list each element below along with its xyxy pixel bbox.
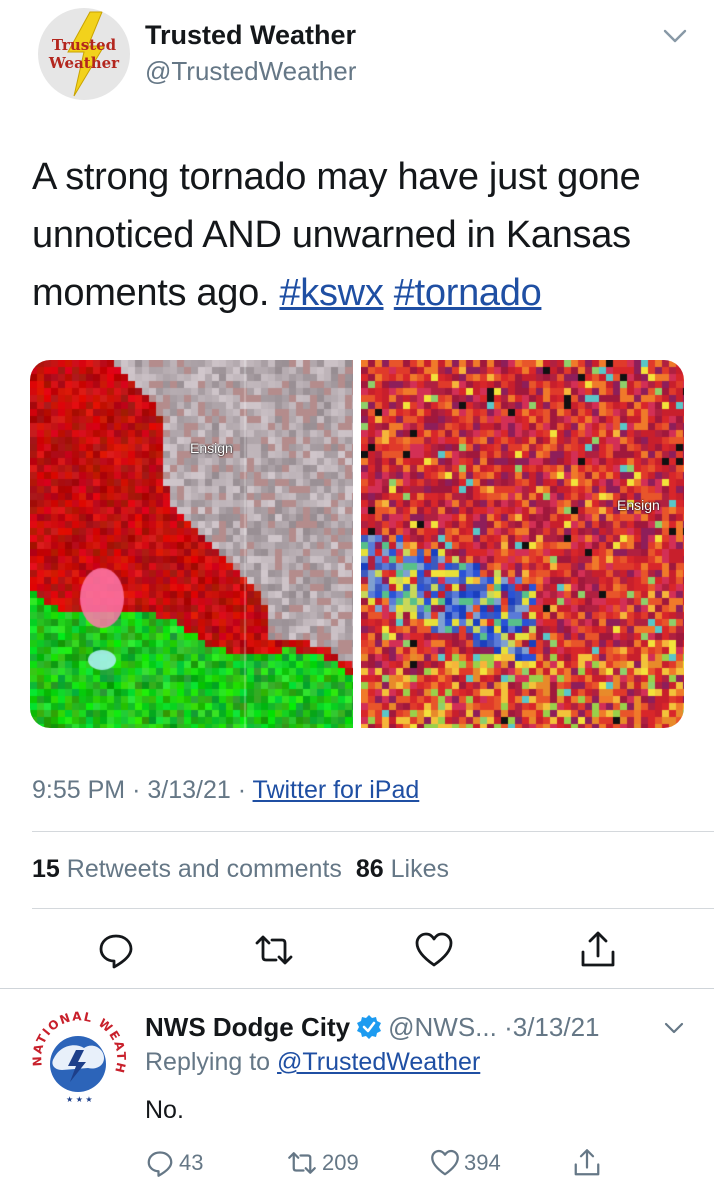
hashtag-link[interactable]: #tornado [394, 272, 542, 314]
tweet-text: A strong tornado may have just gone unno… [32, 148, 692, 322]
retweet-icon[interactable] [254, 930, 294, 970]
tweet-meta: 9:55 PM · 3/13/21 · Twitter for iPad [32, 776, 419, 805]
author-name[interactable]: Trusted Weather [145, 20, 356, 51]
divider [32, 908, 714, 909]
reply-icon[interactable] [96, 930, 136, 970]
reply-icon [147, 1151, 173, 1177]
tweet-stats: 15 Retweets and comments 86 Likes [32, 855, 449, 884]
radar-town-label: Ensign [190, 440, 233, 456]
radar-town-label: Ensign [617, 497, 660, 513]
main-tweet: Trusted Weather Trusted Weather @Trusted… [0, 0, 714, 985]
reply-text: No. [145, 1096, 184, 1124]
nws-avatar[interactable]: NATIONAL WEATHER SERVICE ★ ★ ★ [26, 1006, 130, 1110]
radar-correlation-canvas [361, 360, 684, 728]
reply-header: NWS Dodge City @NWS... ·3/13/21 [145, 1012, 600, 1043]
mention-link[interactable]: @TrustedWeather [277, 1048, 480, 1076]
replying-to: Replying to @TrustedWeather [145, 1048, 480, 1077]
chevron-down-icon[interactable] [663, 1020, 685, 1036]
meta-separator: · [132, 776, 141, 804]
like-count: 394 [464, 1150, 501, 1175]
share-icon [574, 1149, 600, 1176]
reply-like-button[interactable]: 394 [430, 1148, 501, 1178]
divider [32, 831, 714, 832]
author-avatar[interactable]: Trusted Weather [38, 8, 130, 100]
svg-text:★ ★ ★: ★ ★ ★ [66, 1095, 93, 1104]
tweet-time: 9:55 PM [32, 776, 126, 804]
meta-separator: · [504, 1012, 513, 1042]
avatar-logo-text: Trusted Weather [48, 36, 120, 72]
tweet-media[interactable]: Ensign Ensign [30, 360, 684, 728]
reply-author-handle[interactable]: @NWS... [388, 1012, 497, 1042]
verified-badge-icon [357, 1015, 382, 1039]
likes-stat[interactable]: 86 Likes [356, 855, 449, 883]
author-handle[interactable]: @TrustedWeather [145, 56, 356, 87]
replying-prefix: Replying to [145, 1048, 271, 1076]
reply-date: 3/13/21 [512, 1012, 600, 1042]
tweet-separator [0, 988, 714, 989]
hashtag-link[interactable]: #kswx [279, 272, 383, 314]
reply-tweet[interactable]: NATIONAL WEATHER SERVICE ★ ★ ★ NWS Dodge… [0, 990, 714, 1200]
reply-reply-button[interactable]: 43 [145, 1148, 203, 1178]
reply-author-name[interactable]: NWS Dodge City [145, 1012, 350, 1042]
radar-velocity-canvas [30, 360, 353, 728]
chevron-down-icon[interactable] [661, 26, 689, 46]
meta-separator: · [237, 776, 247, 804]
share-icon[interactable] [578, 930, 618, 970]
retweets-stat[interactable]: 15 Retweets and comments [32, 855, 342, 883]
reply-retweet-button[interactable]: 209 [286, 1148, 359, 1178]
like-icon[interactable] [414, 930, 454, 970]
tweet-source-link[interactable]: Twitter for iPad [253, 776, 420, 804]
tweet-date: 3/13/21 [147, 776, 231, 804]
like-icon [431, 1149, 459, 1176]
reply-count: 43 [179, 1150, 204, 1175]
retweet-icon [288, 1152, 316, 1174]
reply-share-button[interactable] [572, 1148, 606, 1178]
retweet-count: 209 [322, 1150, 359, 1175]
radar-image-velocity[interactable]: Ensign [30, 360, 353, 728]
radar-image-correlation[interactable]: Ensign [361, 360, 684, 728]
